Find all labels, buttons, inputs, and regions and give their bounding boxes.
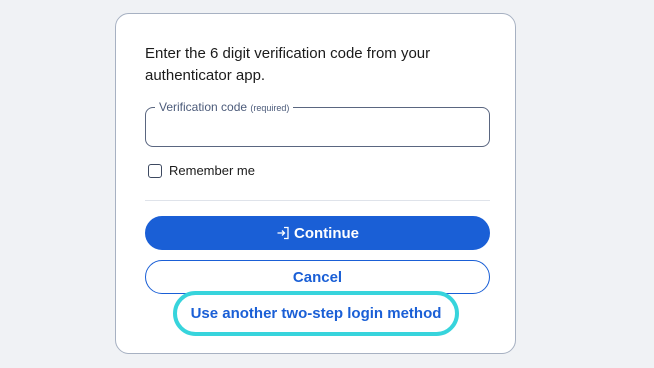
alt-method-highlight: Use another two-step login method <box>173 291 459 336</box>
required-indicator: (required) <box>250 103 290 113</box>
verification-code-label: Verification code (required) <box>155 100 294 115</box>
continue-label: Continue <box>294 224 359 242</box>
remember-me-checkbox[interactable] <box>148 163 162 178</box>
login-arrow-icon <box>276 226 290 240</box>
remember-me-label: Remember me <box>169 163 255 178</box>
verification-card: Enter the 6 digit verification code from… <box>115 13 516 354</box>
verification-code-field[interactable]: Verification code (required) <box>145 100 490 147</box>
remember-me-row[interactable]: Remember me <box>148 163 255 178</box>
divider <box>145 200 490 201</box>
continue-button[interactable]: Continue <box>145 216 490 250</box>
cancel-label: Cancel <box>292 268 343 286</box>
cancel-button[interactable]: Cancel <box>145 260 490 294</box>
verification-code-label-text: Verification code <box>159 100 248 114</box>
instructions-text: Enter the 6 digit verification code from… <box>145 45 431 84</box>
another-login-method-link[interactable]: Use another two-step login method <box>191 305 442 322</box>
